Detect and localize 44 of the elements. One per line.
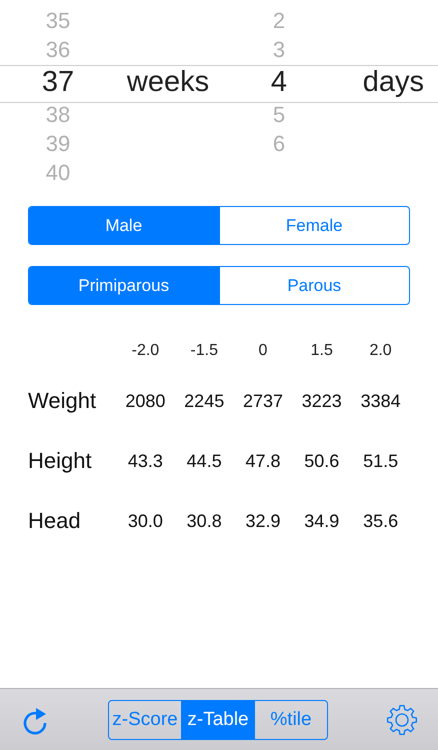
segment-button[interactable]: Male bbox=[29, 207, 218, 244]
column-header: 2.0 bbox=[368, 341, 393, 361]
unit-label: weeks bbox=[126, 65, 210, 100]
picker-item[interactable]: 6 bbox=[272, 129, 286, 158]
picker-item[interactable]: 40 bbox=[46, 158, 70, 187]
unit-label: days bbox=[362, 65, 425, 100]
row-label: Height bbox=[28, 447, 93, 475]
picker-item[interactable]: 5 bbox=[272, 100, 286, 129]
table-cell-text: 50.6 bbox=[303, 450, 340, 472]
segment-button[interactable]: z-Table bbox=[181, 700, 254, 738]
table-cell-text: 2737 bbox=[242, 390, 284, 412]
settings-icon[interactable] bbox=[386, 704, 418, 736]
table-cell-text: 43.3 bbox=[126, 450, 164, 472]
picker-item[interactable]: 37 bbox=[42, 64, 74, 100]
table-cell-text: 44.5 bbox=[186, 450, 223, 472]
picker-item[interactable]: 36 bbox=[46, 35, 70, 64]
column-header: -1.5 bbox=[189, 341, 219, 361]
table-cell-text: 32.9 bbox=[244, 510, 282, 532]
picker-item[interactable]: 35 bbox=[46, 6, 70, 35]
segment-button[interactable]: z-Score bbox=[109, 700, 181, 738]
segment-button[interactable]: Parous bbox=[218, 267, 409, 304]
column-header: 1.5 bbox=[310, 341, 334, 361]
table-cell-text: 51.5 bbox=[362, 450, 400, 472]
table-cell-text: 2080 bbox=[124, 390, 166, 412]
table-cell-text: 2245 bbox=[183, 390, 226, 412]
column-header: 0 bbox=[258, 341, 268, 361]
column-header: -2.0 bbox=[130, 341, 160, 361]
picker-item[interactable]: 2 bbox=[272, 6, 286, 35]
row-label: Weight bbox=[28, 387, 98, 415]
table-cell-text: 35.6 bbox=[362, 510, 400, 532]
picker-item[interactable]: 39 bbox=[46, 129, 70, 158]
row-label: Head bbox=[28, 507, 82, 535]
picker-item[interactable]: 38 bbox=[46, 100, 70, 129]
table-cell-text: 3384 bbox=[360, 390, 402, 412]
table-cell-text: 30.0 bbox=[126, 510, 164, 532]
picker-item[interactable]: 4 bbox=[270, 64, 288, 100]
picker-item[interactable]: 3 bbox=[272, 35, 286, 64]
table-cell-text: 3223 bbox=[300, 390, 343, 412]
table-cell-text: 30.8 bbox=[186, 510, 223, 532]
segment-button[interactable]: Female bbox=[218, 207, 409, 244]
table-cell-text: 34.9 bbox=[303, 510, 340, 532]
segment-button[interactable]: %tile bbox=[254, 700, 327, 738]
segment-button[interactable]: Primiparous bbox=[29, 267, 218, 304]
table-cell-text: 47.8 bbox=[244, 450, 282, 472]
